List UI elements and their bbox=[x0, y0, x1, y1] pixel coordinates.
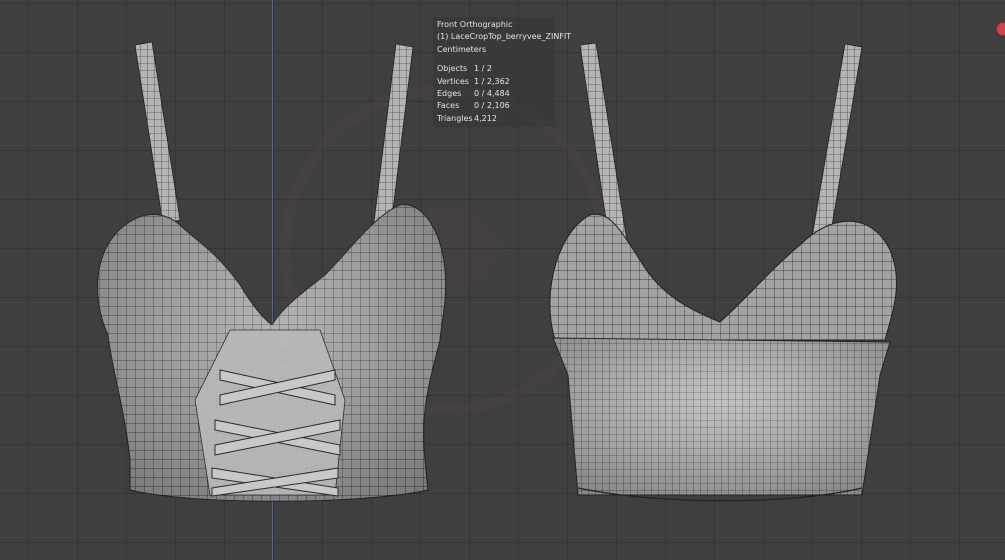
3d-viewport[interactable]: Front Orthographic (1) LaceCropTop_berry… bbox=[0, 0, 1005, 560]
stat-row-vertices: Vertices 1 / 2,362 bbox=[437, 76, 510, 86]
stat-row-triangles: Triangles 4,212 bbox=[437, 113, 497, 123]
object-name: (1) LaceCropTop_berryvee_ZINFIT bbox=[437, 32, 572, 42]
viewport-info-overlay: Front Orthographic (1) LaceCropTop_berry… bbox=[433, 17, 572, 127]
back-cups bbox=[549, 213, 897, 341]
red-axis-dot-icon[interactable] bbox=[996, 22, 1005, 36]
units-label: Centimeters bbox=[437, 44, 487, 54]
stat-row-faces: Faces 0 / 2,106 bbox=[437, 101, 510, 111]
front-right-strap bbox=[373, 43, 414, 227]
front-view-mesh[interactable] bbox=[97, 41, 447, 502]
view-name: Front Orthographic bbox=[437, 20, 513, 29]
front-left-strap bbox=[134, 41, 181, 225]
back-view-mesh[interactable] bbox=[549, 42, 897, 502]
stat-row-objects: Objects 1 / 2 bbox=[437, 64, 492, 74]
stat-row-edges: Edges 0 / 4,484 bbox=[437, 89, 510, 99]
